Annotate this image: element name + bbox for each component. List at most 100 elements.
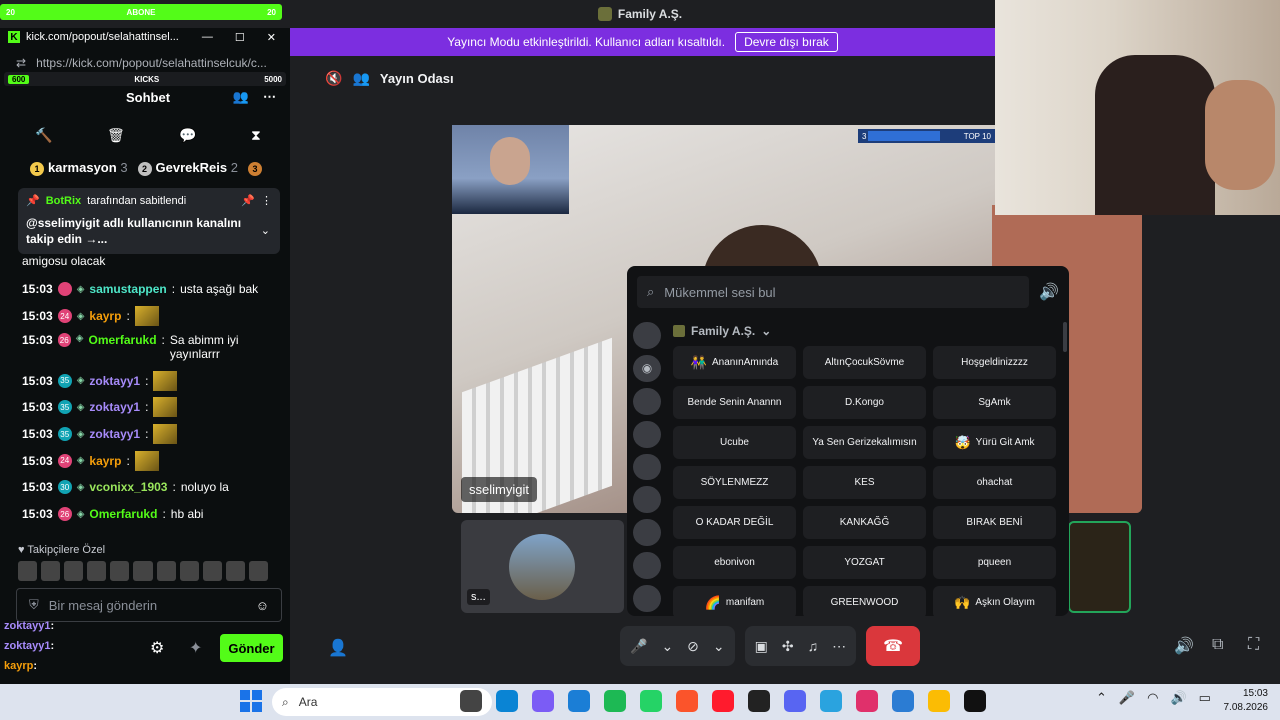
sound-button[interactable]: ohachat — [933, 466, 1056, 499]
message-username[interactable]: zoktayy1 — [89, 427, 140, 441]
taskbar-search[interactable]: ⌕ Ara — [272, 688, 492, 716]
windows-start-icon[interactable] — [240, 690, 262, 712]
emote[interactable] — [110, 561, 130, 581]
close-icon[interactable]: ✕ — [267, 31, 276, 44]
hourglass-icon[interactable]: ⧗ — [251, 127, 261, 144]
discord-icon[interactable] — [784, 690, 806, 712]
chat-input[interactable]: ⛨ Bir mesaj gönderin ☺ — [16, 588, 282, 622]
chevron-up-icon[interactable]: ⌃ — [1096, 690, 1107, 706]
disable-streamer-mode-button[interactable]: Devre dışı bırak — [735, 32, 838, 52]
speaker-muted-icon[interactable]: 🔇 — [325, 70, 342, 87]
chevron-down-icon[interactable]: ⌄ — [661, 638, 673, 655]
microphone-icon[interactable]: 🎤 — [1119, 690, 1135, 706]
store-icon[interactable] — [568, 690, 590, 712]
pinned-message[interactable]: 📌 BotRix tarafından sabitlendi 📌 ⋮ @ssel… — [18, 188, 280, 254]
participant-tile-speaking[interactable] — [1068, 521, 1131, 613]
sound-button[interactable]: KANKAĞĞ — [803, 506, 926, 539]
activities-icon[interactable]: ✣ — [782, 638, 794, 655]
edge-icon[interactable] — [496, 690, 518, 712]
emote[interactable] — [202, 561, 222, 581]
locked-server-icon[interactable] — [633, 552, 661, 580]
add-person-icon[interactable]: 👤 — [328, 638, 348, 658]
message-username[interactable]: Omerfarukd — [89, 507, 157, 521]
emote[interactable] — [18, 561, 38, 581]
opera-icon[interactable] — [712, 690, 734, 712]
hammer-icon[interactable]: 🔨 — [35, 127, 52, 144]
leader-1[interactable]: 1 karmasyon 3 — [30, 160, 128, 176]
more-options-icon[interactable]: ⋮ — [261, 194, 272, 207]
locked-server-icon[interactable] — [633, 420, 661, 448]
chevron-down-icon[interactable]: ⌄ — [261, 224, 270, 237]
message-username[interactable]: zoktayy1 — [89, 374, 140, 388]
sound-button[interactable]: GREENWOOD — [803, 586, 926, 616]
message-username[interactable]: kayrp — [89, 454, 121, 468]
sound-button[interactable]: KES — [803, 466, 926, 499]
camera-off-icon[interactable]: ⊘ — [687, 638, 699, 655]
soundboard-category[interactable]: Family A.Ş. ⌄ — [673, 324, 771, 338]
sound-button[interactable]: Ya Sen Gerizekalımısın — [803, 426, 926, 459]
locked-server-icon[interactable] — [633, 453, 661, 481]
volume-icon[interactable]: 🔊 — [1174, 636, 1194, 656]
minimize-icon[interactable]: — — [202, 31, 213, 44]
opera-gx-icon[interactable] — [856, 690, 878, 712]
participant-tile[interactable]: s... — [461, 520, 624, 613]
maximize-icon[interactable]: ☐ — [235, 31, 245, 44]
message-username[interactable]: vconixx_1903 — [89, 480, 167, 494]
puzzle-icon[interactable]: ✦ — [189, 638, 202, 658]
message-username[interactable]: zoktayy1 — [89, 400, 140, 414]
emoji-icon[interactable]: ☺ — [256, 598, 269, 613]
unpin-icon[interactable]: 📌 — [241, 194, 255, 207]
popout-icon[interactable]: ⧉ — [1212, 636, 1223, 654]
sound-button[interactable]: AltınÇocukSövme — [803, 346, 926, 379]
message-username[interactable]: Omerfarukd — [89, 333, 157, 347]
server-icon[interactable] — [633, 322, 661, 349]
chat-message[interactable]: 15:03 24 ◈ kayrp: — [22, 303, 284, 330]
sound-button[interactable]: pqueen — [933, 546, 1056, 579]
emote[interactable] — [225, 561, 245, 581]
chat-message[interactable]: 15:03 35 ◈ zoktayy1: — [22, 394, 284, 421]
chat-message[interactable]: 15:03 26 ◈ Omerfarukd: Sa abimm iyi yayınlar… — [22, 329, 284, 367]
chat-bubble-icon[interactable]: 💬 — [179, 127, 196, 144]
sound-button[interactable]: Hoşgeldinizzzz — [933, 346, 1056, 379]
chat-message[interactable]: 15:03 26 ◈ Omerfarukd: hb abi — [22, 501, 284, 528]
leave-call-button[interactable]: ☎ — [866, 626, 921, 666]
message-username[interactable]: kayrp — [89, 309, 121, 323]
sound-button[interactable]: Bende Senin Anannn — [673, 386, 796, 419]
sound-button[interactable]: ebonivon — [673, 546, 796, 579]
screen-share-icon[interactable]: ▣ — [755, 638, 768, 655]
chat-message[interactable]: 15:03 ◈ samustappen: usta aşağı bak — [22, 276, 284, 303]
chrome-icon[interactable] — [928, 690, 950, 712]
wifi-icon[interactable]: ◠ — [1147, 690, 1158, 706]
sound-button[interactable]: 🙌 Aşkın Olayım — [933, 586, 1056, 616]
telegram-icon[interactable] — [820, 690, 842, 712]
soundboard-icon[interactable]: ♫ — [808, 638, 819, 654]
spotify-icon[interactable] — [604, 690, 626, 712]
chat-message[interactable]: 15:03 35 ◈ zoktayy1: — [22, 367, 284, 394]
whatsapp-icon[interactable] — [640, 690, 662, 712]
emote[interactable] — [133, 561, 153, 581]
emote[interactable] — [248, 561, 269, 581]
copilot-icon[interactable] — [532, 690, 554, 712]
soundboard-scrollbar[interactable] — [1063, 322, 1067, 352]
sound-button[interactable]: Ucube — [673, 426, 796, 459]
message-username[interactable]: samustappen — [89, 282, 166, 296]
outlook-icon[interactable] — [892, 690, 914, 712]
chevron-down-icon[interactable]: ⌄ — [713, 638, 725, 655]
users-icon[interactable]: 👥 — [233, 89, 249, 105]
fullscreen-icon[interactable]: ⛶ — [1248, 636, 1259, 654]
emote[interactable] — [179, 561, 199, 581]
app-icon[interactable] — [964, 690, 986, 712]
soundboard-search[interactable]: ⌕ Mükemmel sesi bul — [637, 276, 1029, 308]
locked-server-icon[interactable] — [633, 387, 661, 415]
send-button[interactable]: Gönder — [220, 634, 283, 662]
battery-icon[interactable]: ▭ — [1199, 690, 1211, 706]
chat-message[interactable]: 15:03 24 ◈ kayrp: — [22, 447, 284, 474]
trash-icon[interactable]: 🗑 — [107, 127, 125, 144]
sound-button[interactable]: D.Kongo — [803, 386, 926, 419]
emote[interactable] — [41, 561, 61, 581]
gear-icon[interactable]: ⚙ — [150, 638, 164, 658]
sound-button[interactable]: SÖYLENMEZZ — [673, 466, 796, 499]
emote[interactable] — [156, 561, 176, 581]
locked-server-icon[interactable] — [633, 585, 661, 613]
file-explorer-icon[interactable] — [460, 690, 482, 712]
